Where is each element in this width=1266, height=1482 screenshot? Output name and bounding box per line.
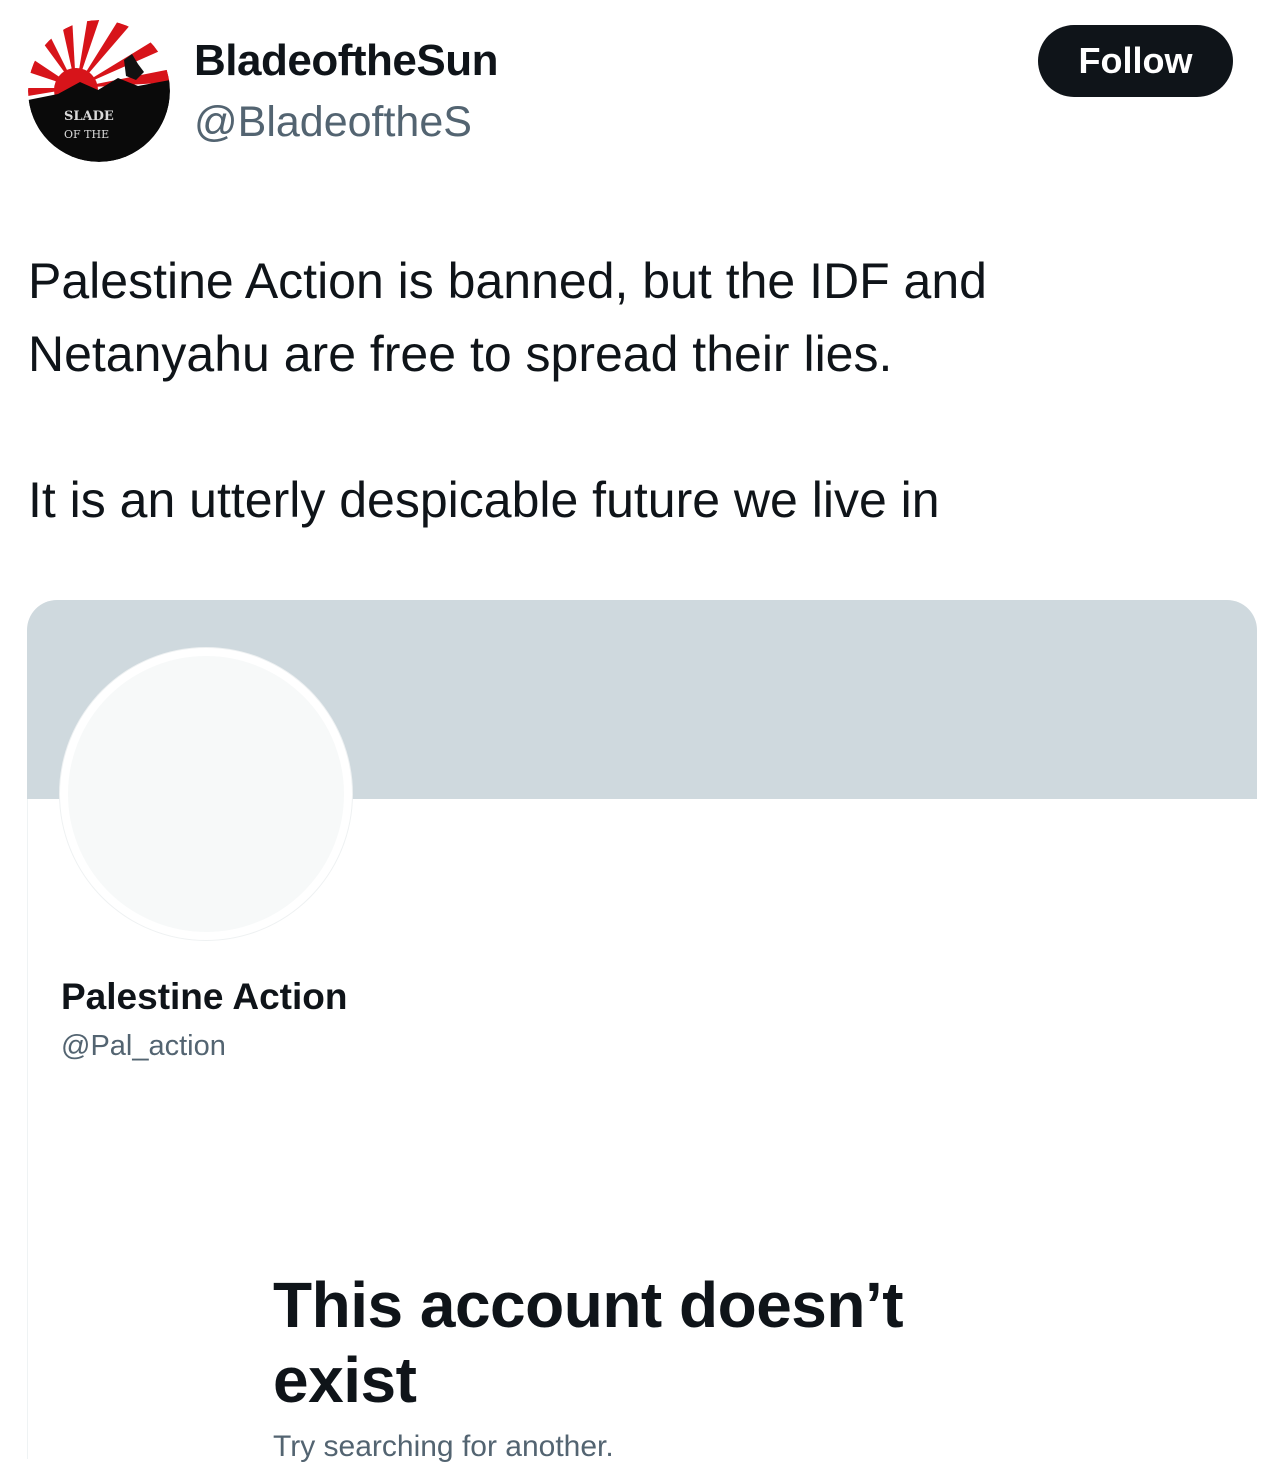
account-missing-title: This account doesn’t exist [273, 1269, 904, 1416]
tweet-text-line: It is an utterly despicable future we li… [28, 472, 940, 528]
tweet-text: Palestine Action is banned, but the IDF … [28, 245, 1228, 537]
embedded-image[interactable]: Palestine Action @Pal_action This accoun… [27, 600, 1257, 1482]
author-avatar[interactable]: SLADE OF THE [28, 20, 170, 162]
profile-picture-placeholder [60, 648, 352, 940]
embedded-handle: @Pal_action [61, 1030, 226, 1062]
tweet-text-line: Netanyahu are free to spread their lies. [28, 326, 893, 382]
account-missing-subtitle: Try searching for another. [273, 1430, 614, 1463]
tweet-page: SLADE OF THE BladeoftheSun @BladeoftheS … [0, 0, 1266, 1482]
embedded-display-name: Palestine Action [61, 976, 348, 1017]
card-border [27, 799, 28, 1459]
follow-button[interactable]: Follow [1038, 25, 1233, 97]
svg-text:OF THE: OF THE [64, 128, 109, 141]
author-handle[interactable]: @BladeoftheS [194, 98, 472, 147]
rising-sun-avatar-icon: SLADE OF THE [28, 20, 170, 162]
author-display-name[interactable]: BladeoftheSun [194, 36, 498, 86]
avatar-text: SLADE [64, 109, 114, 124]
tweet-text-line: Palestine Action is banned, but the IDF … [28, 253, 987, 309]
